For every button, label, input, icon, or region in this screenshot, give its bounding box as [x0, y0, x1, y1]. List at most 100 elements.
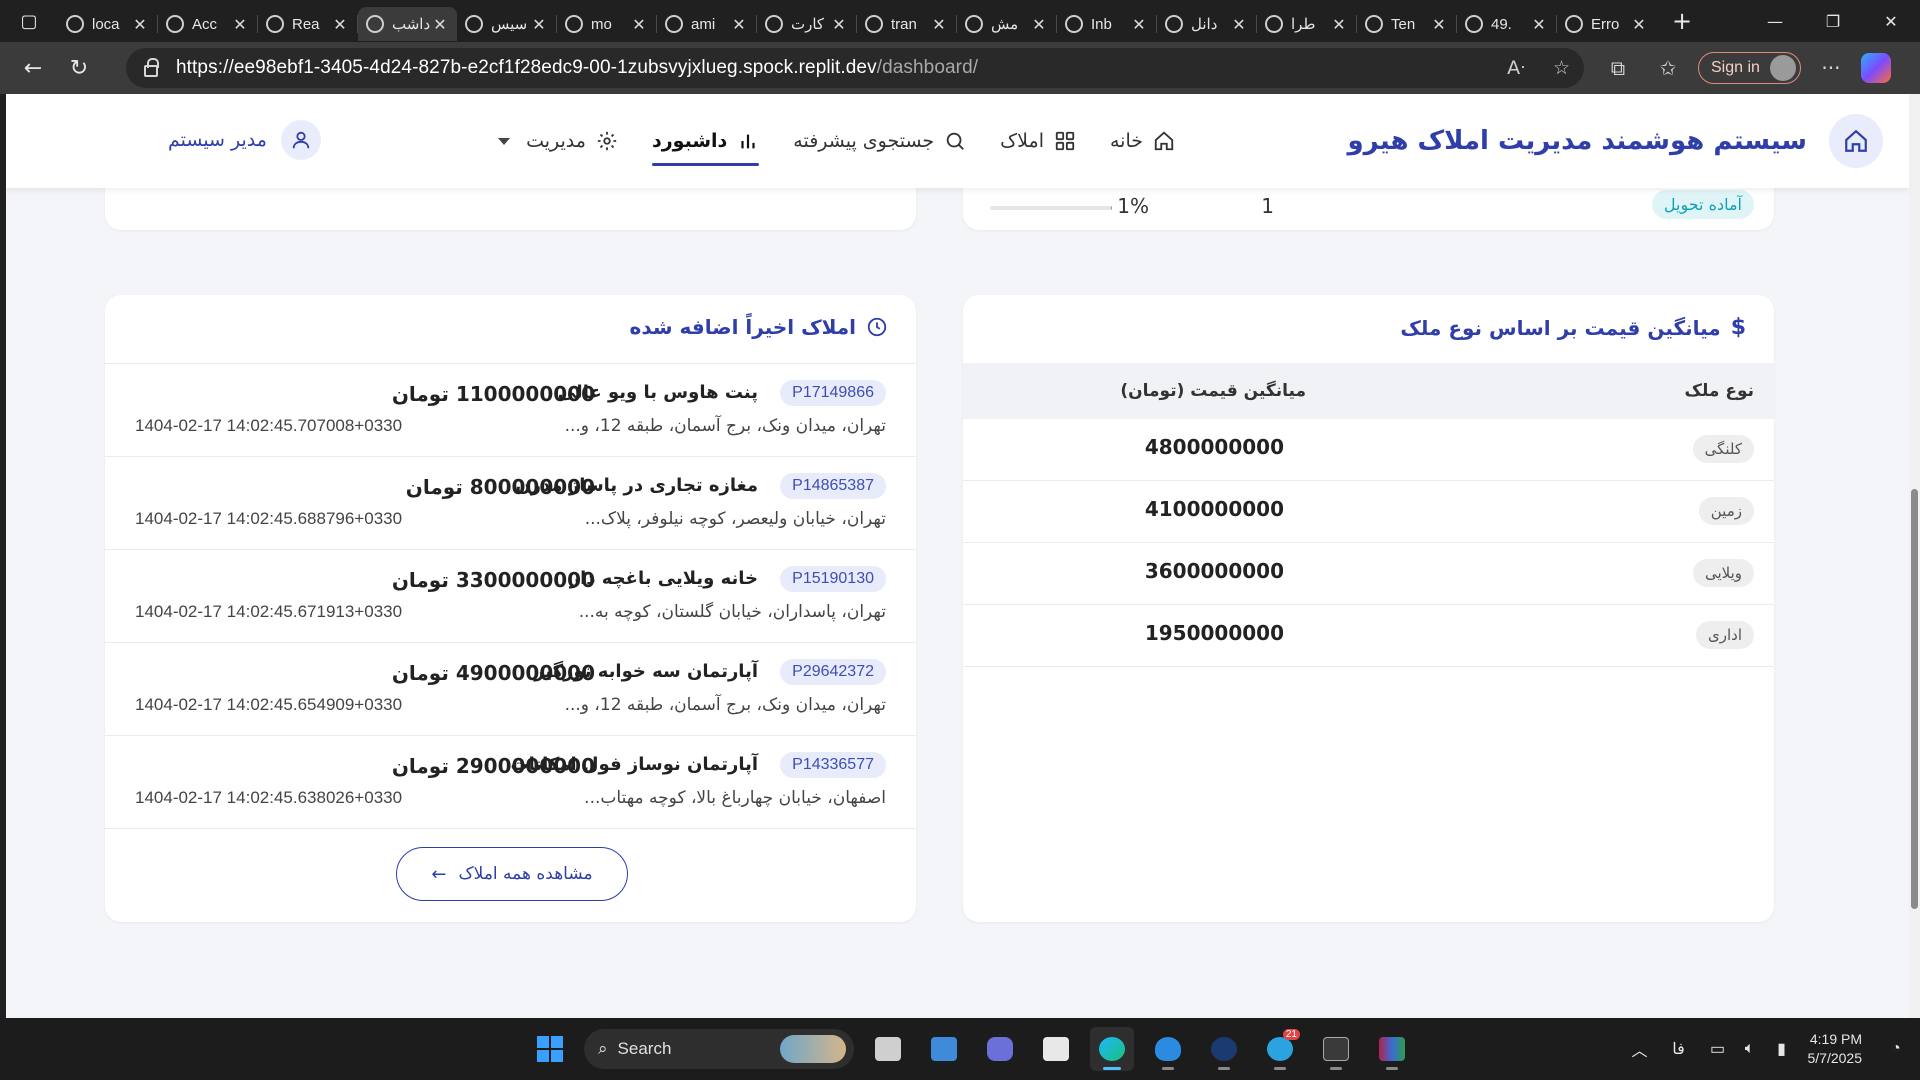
nav-dashboard[interactable]: داشبورد: [651, 94, 760, 188]
volume-icon[interactable]: 🔈︎: [1734, 1040, 1766, 1058]
refresh-icon[interactable]: ↻: [56, 48, 102, 88]
browser-tab[interactable]: داشب ✕: [358, 7, 457, 41]
edge-icon[interactable]: [1090, 1027, 1134, 1071]
teams-icon[interactable]: [978, 1027, 1022, 1071]
property-type-badge: زمین: [1698, 497, 1754, 525]
winrar-icon[interactable]: [1370, 1027, 1414, 1071]
nav-home[interactable]: خانه: [1110, 94, 1175, 188]
browser-tab[interactable]: ami ✕: [657, 7, 756, 41]
list-item[interactable]: P29642372 آپارتمان سه خوابه نورگیر تهران، …: [105, 643, 916, 736]
nav-management[interactable]: مدیریت: [498, 94, 618, 188]
tab-close-icon[interactable]: ✕: [1330, 15, 1348, 34]
minimize-icon[interactable]: —: [1746, 0, 1804, 42]
copilot-icon[interactable]: [1860, 53, 1891, 83]
clock[interactable]: 4:19 PM 5/7/2025: [1808, 1030, 1863, 1068]
browser-tab[interactable]: Ten ✕: [1357, 7, 1456, 41]
task-view-icon[interactable]: [866, 1027, 910, 1071]
favorite-star-icon[interactable]: ☆: [1553, 57, 1570, 79]
list-item[interactable]: P14336577 آپارتمان نوساز فول امکانات اصفها…: [105, 736, 916, 829]
list-item[interactable]: P17149866 پنت هاوس با ویو عالی تهران، میدا…: [105, 364, 916, 457]
sign-in-button[interactable]: Sign in: [1698, 52, 1801, 84]
widgets-icon[interactable]: [922, 1027, 966, 1071]
system-tray: ︿ فا ▭ 🔈︎ ▮ 4:19 PM 5/7/2025 ◔: [1624, 1018, 1920, 1080]
property-address: تهران، خیابان ولیعصر، کوچه نیلوفر، پلاک.…: [584, 509, 886, 529]
page-scrollbar[interactable]: [1909, 94, 1920, 1018]
address-bar[interactable]: https://ee98ebf1-3405-4d24-827b-e2cf1f28…: [126, 48, 1584, 88]
browser-tab[interactable]: Acc ✕: [158, 7, 257, 41]
tab-close-icon[interactable]: ✕: [1030, 15, 1048, 34]
nav-advanced-search[interactable]: جستجوی پیشرفته: [793, 94, 966, 188]
language-indicator[interactable]: فا: [1656, 1039, 1702, 1059]
tab-close-icon[interactable]: ✕: [1530, 15, 1548, 34]
chevron-up-icon[interactable]: ︿: [1624, 1037, 1656, 1061]
view-all-properties-button[interactable]: مشاهده همه املاک ←: [396, 847, 628, 901]
start-button[interactable]: [528, 1027, 572, 1071]
tab-close-icon[interactable]: ✕: [530, 15, 548, 34]
battery-icon[interactable]: ▮: [1766, 1039, 1798, 1059]
tab-favicon-icon: [665, 15, 683, 33]
tab-close-icon[interactable]: ✕: [830, 15, 848, 34]
tab-close-icon[interactable]: ✕: [1130, 15, 1148, 34]
tab-title: کارت: [791, 16, 825, 33]
browser-tab[interactable]: کارت ✕: [757, 7, 856, 41]
browser-tab[interactable]: mo ✕: [557, 7, 656, 41]
tab-close-icon[interactable]: ✕: [1630, 15, 1648, 34]
browser-tab[interactable]: tran ✕: [857, 7, 956, 41]
property-date: 1404-02-17 14:02:45.638026+0330: [135, 788, 403, 807]
notification-icon[interactable]: ◔: [1880, 1040, 1912, 1058]
browser-tab[interactable]: Inb ✕: [1057, 7, 1156, 41]
more-menu-icon[interactable]: ···: [1811, 48, 1851, 88]
nav-properties[interactable]: املاک: [1000, 94, 1076, 188]
read-aloud-icon[interactable]: Aᐧ: [1507, 57, 1525, 79]
tab-close-icon[interactable]: ✕: [231, 15, 249, 34]
taskbar-search-label: Search: [617, 1039, 672, 1058]
browser-tab[interactable]: طرا ✕: [1257, 7, 1356, 41]
browser-tab[interactable]: Erro ✕: [1557, 7, 1656, 41]
tab-close-icon[interactable]: ✕: [1230, 15, 1248, 34]
lock-icon[interactable]: [144, 58, 159, 77]
clock-date: 5/7/2025: [1807, 1050, 1863, 1066]
tab-close-icon[interactable]: ✕: [331, 15, 349, 34]
tab-favicon-icon: [1265, 15, 1283, 33]
view-all-label: مشاهده همه املاک: [458, 864, 593, 884]
browser-tab[interactable]: loca ✕: [58, 7, 157, 41]
tab-close-icon[interactable]: ✕: [630, 15, 648, 34]
property-price: 800000000 تومان: [406, 475, 595, 499]
browser-tab[interactable]: Rea ✕: [258, 7, 357, 41]
url-text[interactable]: https://ee98ebf1-3405-4d24-827b-e2cf1f28…: [176, 57, 978, 79]
scrollbar-thumb[interactable]: [1911, 489, 1918, 909]
tab-favicon-icon: [465, 15, 483, 33]
tab-favicon-icon: [366, 15, 384, 33]
favorites-icon[interactable]: ✩: [1648, 48, 1688, 88]
telegram-icon[interactable]: 21: [1258, 1027, 1302, 1071]
taskbar-search[interactable]: ⌕ Search: [584, 1029, 854, 1069]
close-window-icon[interactable]: ✕: [1862, 0, 1920, 42]
tab-close-icon[interactable]: ✕: [1430, 15, 1448, 34]
tab-close-icon[interactable]: ✕: [431, 15, 449, 34]
tab-close-icon[interactable]: ✕: [730, 15, 748, 34]
property-title[interactable]: خانه ویلایی باغچه دار: [570, 568, 758, 589]
status-count: 1: [1261, 194, 1274, 218]
new-tab-button[interactable]: +: [1662, 4, 1702, 38]
window-controls: — ❐ ✕: [1746, 0, 1920, 42]
back-arrow-icon[interactable]: ←: [10, 48, 56, 88]
browser-tab[interactable]: 49. ✕: [1457, 7, 1556, 41]
list-item[interactable]: P15190130 خانه ویلایی باغچه دار تهران، پاس…: [105, 550, 916, 643]
avg-price-value: 4100000000: [1144, 497, 1284, 521]
tab-close-icon[interactable]: ✕: [131, 15, 149, 34]
tab-actions-icon[interactable]: ▢: [0, 0, 58, 42]
brand[interactable]: سیستم هوشمند مدیریت املاک هیرو: [1348, 114, 1883, 168]
terminal-icon[interactable]: [1314, 1027, 1358, 1071]
vpn-app-icon[interactable]: [1202, 1027, 1246, 1071]
extensions-icon[interactable]: ⧉: [1598, 48, 1638, 88]
browser-tab[interactable]: سیس ✕: [457, 7, 556, 41]
tab-close-icon[interactable]: ✕: [930, 15, 948, 34]
browser-tab[interactable]: مش ✕: [957, 7, 1056, 41]
shield-app-icon[interactable]: [1146, 1027, 1190, 1071]
browser-tab[interactable]: دانل ✕: [1157, 7, 1256, 41]
network-icon[interactable]: ▭: [1702, 1039, 1734, 1059]
list-item[interactable]: P14865387 مغازه تجاری در پاساژ مدرن تهران،…: [105, 457, 916, 550]
store-icon[interactable]: [1034, 1027, 1078, 1071]
restore-icon[interactable]: ❐: [1804, 0, 1862, 42]
user-menu[interactable]: مدیر سیستم: [168, 120, 321, 160]
